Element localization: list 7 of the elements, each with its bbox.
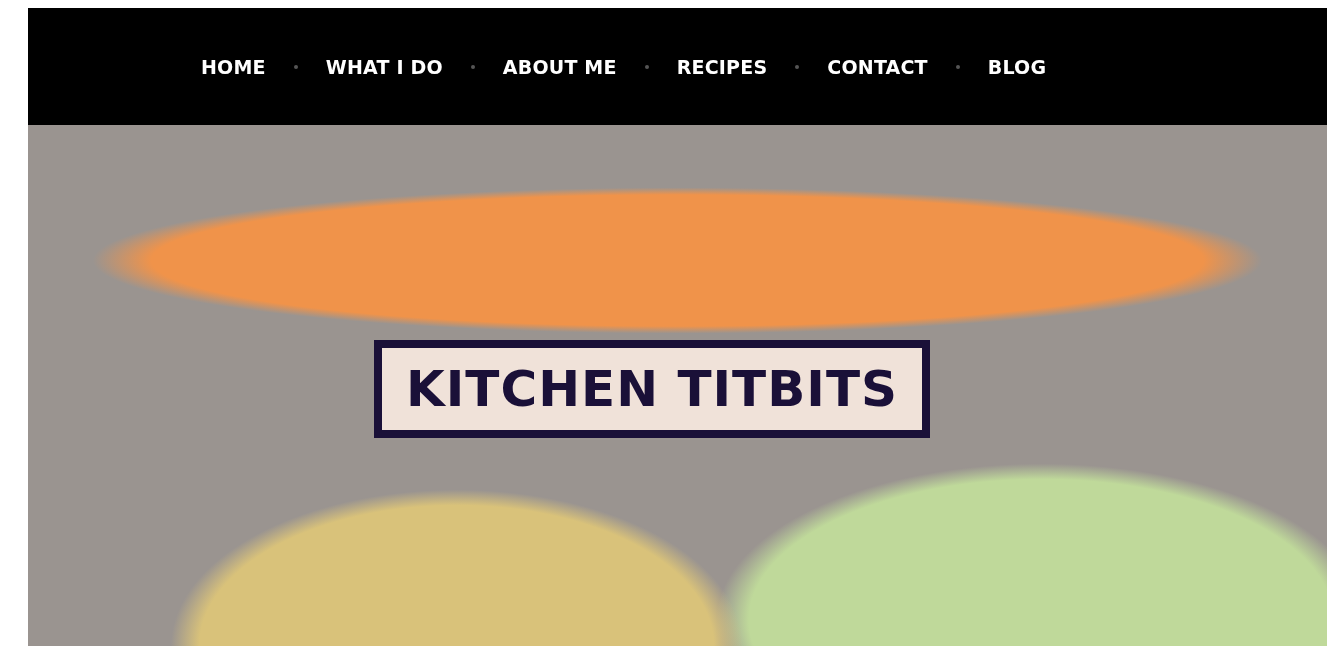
site-title: KITCHEN TITBITS (374, 340, 931, 438)
nav-link[interactable]: CONTACT (827, 55, 928, 78)
nav-link[interactable]: BLOG (987, 55, 1047, 78)
nav-link[interactable]: WHAT I DO (325, 55, 443, 78)
nav-link[interactable]: HOME (201, 55, 266, 78)
nav-link[interactable]: RECIPES (676, 55, 768, 78)
nav-link[interactable]: ABOUT ME (502, 55, 617, 78)
